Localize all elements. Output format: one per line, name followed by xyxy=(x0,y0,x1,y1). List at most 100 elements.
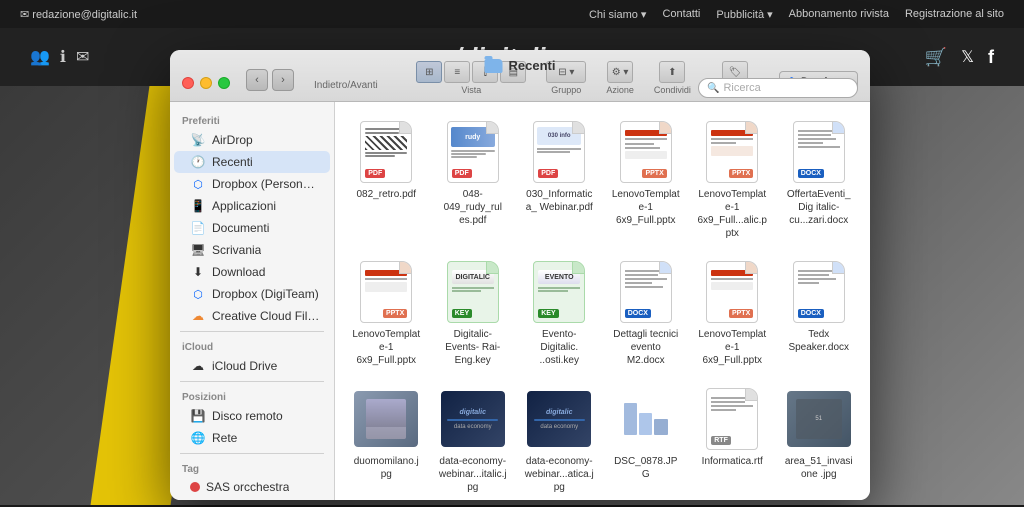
file-item[interactable]: 030 info PDF 030_Informatica_ Webinar.pd… xyxy=(520,114,599,246)
sidebar-item-tag-sas[interactable]: SAS orcchestra xyxy=(174,477,330,497)
file-item[interactable]: 51 area_51_invasione .jpg xyxy=(780,381,859,500)
folder-icon xyxy=(485,59,503,73)
file-thumb: PPTX xyxy=(614,120,678,184)
file-name: Digitalic-Events- Rai-Eng.key xyxy=(438,328,509,367)
icloud-section: iCloud xyxy=(170,336,334,355)
file-thumb: PPTX xyxy=(700,120,764,184)
icloud-label: iCloud Drive xyxy=(212,359,277,373)
file-item[interactable]: DIGITALIC KEY Digitalic-Events- Rai-Eng.… xyxy=(434,254,513,373)
traffic-lights xyxy=(182,77,230,97)
file-item[interactable]: duomomilano.jpg xyxy=(347,381,426,500)
file-name: LenovoTemplate-1 6x9_Full.pptx xyxy=(351,328,422,367)
sidebar-item-applicazioni[interactable]: 📱 Applicazioni xyxy=(174,195,330,217)
condividi-label: Condividi xyxy=(654,85,691,95)
file-name: Informatica.rtf xyxy=(702,455,763,468)
sidebar-item-dropbox-personal[interactable]: ⬡ Dropbox (Personale) xyxy=(174,173,330,195)
file-item[interactable]: rudy PDF 048-049_rudy_rul es.pdf xyxy=(434,114,513,246)
file-thumb: PDF xyxy=(354,120,418,184)
file-thumb: rudy PDF xyxy=(441,120,505,184)
file-thumb: DOCX xyxy=(614,260,678,324)
cart-icon: 🛒 xyxy=(925,47,947,68)
close-button[interactable] xyxy=(182,77,194,89)
divider-3 xyxy=(180,453,324,454)
airdrop-label: AirDrop xyxy=(212,133,253,147)
recenti-label: Recenti xyxy=(212,155,253,169)
scrivania-label: Scrivania xyxy=(212,243,261,257)
sidebar-item-tag-digitalic[interactable]: Digitalic_n_80_cyber... xyxy=(174,497,330,500)
file-name: area_51_invasione .jpg xyxy=(784,455,855,481)
mail-icon: ✉ xyxy=(76,47,89,67)
back-button[interactable]: ‹ xyxy=(246,69,268,91)
file-item[interactable]: PPTX LenovoTemplate-1 6x9_Full.pptx xyxy=(607,114,686,246)
file-item[interactable]: DOCX Dettagli tecnici evento M2.docx xyxy=(607,254,686,373)
search-icon: 🔍 xyxy=(707,83,719,94)
minimize-button[interactable] xyxy=(200,77,212,89)
file-item[interactable]: DSC_0878.JPG xyxy=(607,381,686,500)
dropbox-digiteam-icon: ⬡ xyxy=(190,286,206,302)
documenti-icon: 📄 xyxy=(190,220,206,236)
file-name: Tedx Speaker.docx xyxy=(784,328,855,354)
sidebar-item-download[interactable]: ⬇ Download xyxy=(174,261,330,283)
search-bar[interactable]: 🔍 Ricerca xyxy=(698,78,858,98)
download-label: Download xyxy=(212,265,265,279)
file-thumb xyxy=(614,387,678,451)
sidebar-item-creative-cloud[interactable]: ☁ Creative Cloud Files xyxy=(174,305,330,327)
posizioni-section: Posizioni xyxy=(170,386,334,405)
file-item[interactable]: DOCX Tedx Speaker.docx xyxy=(780,254,859,373)
share-button[interactable]: ⬆ xyxy=(659,61,685,83)
list-view-button[interactable]: ≡ xyxy=(444,61,470,83)
finder-sidebar: Preferiti 📡 AirDrop 🕐 Recenti ⬡ Dropbox … xyxy=(170,102,335,500)
file-item[interactable]: DOCX OffertaEventi_Dig italic-cu...zari.… xyxy=(780,114,859,246)
gruppo-label: Gruppo xyxy=(551,85,581,95)
file-item[interactable]: PPTX LenovoTemplate-1 6x9_Full...alic.pp… xyxy=(693,114,772,246)
file-item[interactable]: digitalic data economy data-economy-webi… xyxy=(434,381,513,500)
search-placeholder: Ricerca xyxy=(723,82,760,94)
file-item[interactable]: EVENTO KEY Evento-Digitalic. ..osti.key xyxy=(520,254,599,373)
sidebar-item-airdrop[interactable]: 📡 AirDrop xyxy=(174,129,330,151)
azione-label: Azione xyxy=(606,85,634,95)
site-left-icons: 👥 ℹ ✉ xyxy=(30,47,89,67)
file-thumb: RTF xyxy=(700,387,764,451)
file-name: LenovoTemplate-1 6x9_Full.pptx xyxy=(611,188,682,227)
toolbar-share-group: ⬆ Condividi xyxy=(654,61,691,95)
file-thumb: EVENTO KEY xyxy=(527,260,591,324)
file-name: duomomilano.jpg xyxy=(351,455,422,481)
fullscreen-button[interactable] xyxy=(218,77,230,89)
sidebar-item-scrivania[interactable]: 🖥 Scrivania xyxy=(174,239,330,261)
icloud-icon: ☁ xyxy=(190,358,206,374)
site-nav-links: Chi siamo ▾ Contatti Pubblicità ▾ Abbona… xyxy=(589,8,1004,21)
sidebar-item-disco-remoto[interactable]: 💾 Disco remoto xyxy=(174,405,330,427)
sidebar-item-recenti[interactable]: 🕐 Recenti xyxy=(174,151,330,173)
file-thumb: digitalic data economy xyxy=(527,387,591,451)
sidebar-item-icloud[interactable]: ☁ iCloud Drive xyxy=(174,355,330,377)
people-icon: 👥 xyxy=(30,47,50,67)
file-name: OffertaEventi_Dig italic-cu...zari.docx xyxy=(784,188,855,227)
site-email: ✉ redazione@digitalic.it xyxy=(20,8,137,21)
dropbox-personal-icon: ⬡ xyxy=(190,176,206,192)
dropbox-digiteam-label: Dropbox (DigiTeam) xyxy=(212,287,319,301)
file-item[interactable]: PPTX LenovoTemplate-1 6x9_Full.pptx xyxy=(347,254,426,373)
file-name: 082_retro.pdf xyxy=(357,188,417,201)
sidebar-item-dropbox-digiteam[interactable]: ⬡ Dropbox (DigiTeam) xyxy=(174,283,330,305)
toolbar-action-group: ⚙ ▾ Azione xyxy=(606,61,634,95)
forward-button[interactable]: › xyxy=(272,69,294,91)
action-button[interactable]: ⚙ ▾ xyxy=(607,61,633,83)
icon-view-button[interactable]: ⊞ xyxy=(416,61,442,83)
airdrop-icon: 📡 xyxy=(190,132,206,148)
file-item[interactable]: digitalic data economy data-economy-webi… xyxy=(520,381,599,500)
nav-label: Indietro/Avanti xyxy=(314,80,378,97)
file-item[interactable]: PPTX LenovoTemplate-1 6x9_Full.pptx xyxy=(693,254,772,373)
file-grid: PDF 082_retro.pdf rudy xyxy=(335,102,870,500)
sidebar-item-documenti[interactable]: 📄 Documenti xyxy=(174,217,330,239)
info-icon: ℹ xyxy=(60,47,66,67)
file-thumb: PPTX xyxy=(700,260,764,324)
documenti-label: Documenti xyxy=(212,221,269,235)
dropbox-personal-label: Dropbox (Personale) xyxy=(212,177,320,191)
disco-remoto-label: Disco remoto xyxy=(212,409,283,423)
sidebar-item-rete[interactable]: 🌐 Rete xyxy=(174,427,330,449)
file-name: LenovoTemplate-1 6x9_Full...alic.pptx xyxy=(697,188,768,240)
file-item[interactable]: PDF 082_retro.pdf xyxy=(347,114,426,246)
file-item[interactable]: RTF Informatica.rtf xyxy=(693,381,772,500)
file-name: Evento-Digitalic. ..osti.key xyxy=(524,328,595,367)
finder-window: ‹ › Indietro/Avanti ⊞ ≡ ⫿ ▤ Vista ⊟ ▾ Gr… xyxy=(170,50,870,500)
